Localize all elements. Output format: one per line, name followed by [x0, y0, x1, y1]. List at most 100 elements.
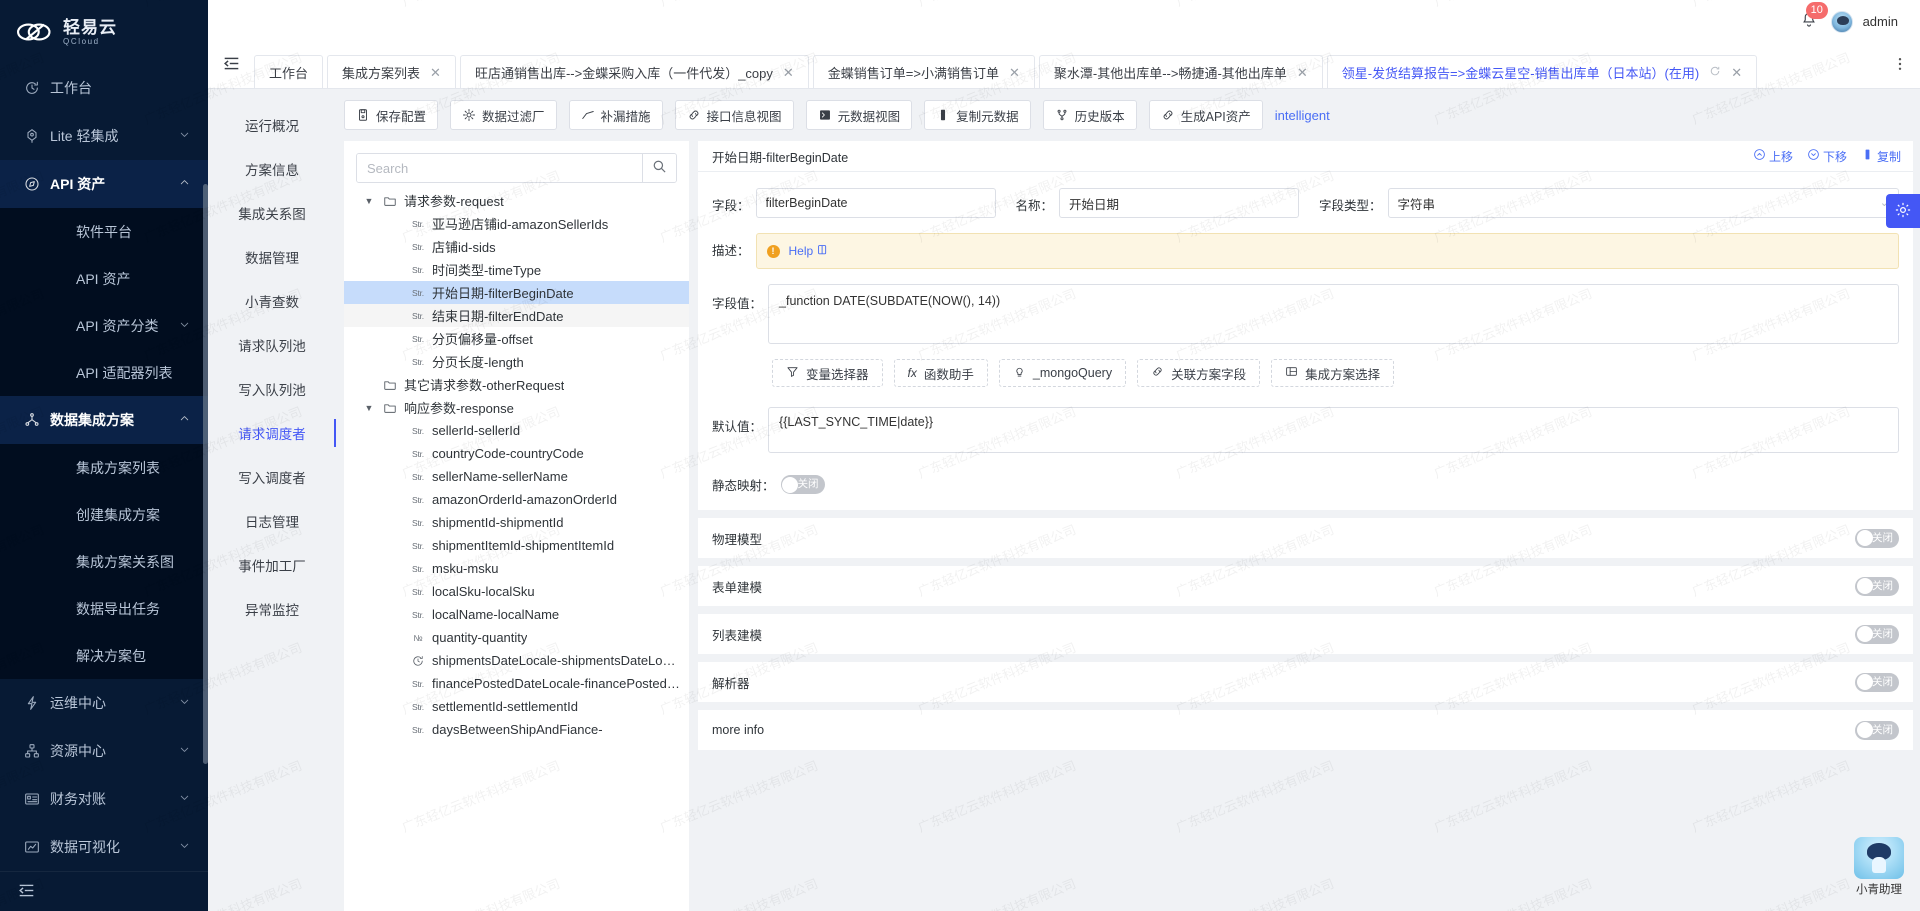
- tree-node-1[interactable]: Str. 亚马逊店铺id-amazonSellerIds: [344, 212, 689, 235]
- sidebar-item-0[interactable]: 工作台: [0, 64, 208, 112]
- value-tool-4[interactable]: 集成方案选择: [1271, 359, 1395, 387]
- toolbar-button-6[interactable]: 历史版本: [1042, 100, 1137, 130]
- value-tool-1[interactable]: fx 函数助手: [893, 359, 988, 387]
- tab-close-icon[interactable]: ✕: [1297, 65, 1308, 81]
- sidebar-item-2[interactable]: API 资产: [0, 160, 208, 208]
- tree-node-9[interactable]: ▼ 响应参数-response: [344, 396, 689, 419]
- submenu-item-3[interactable]: 数据管理: [208, 235, 336, 279]
- tree-node-17[interactable]: Str. localSku-localSku: [344, 580, 689, 603]
- submenu-item-0[interactable]: 运行概况: [208, 103, 336, 147]
- toolbar-button-5[interactable]: 复制元数据: [924, 100, 1031, 130]
- submenu-item-6[interactable]: 写入队列池: [208, 367, 336, 411]
- tabbar-collapse-button[interactable]: [208, 42, 254, 88]
- sidebar-item-16[interactable]: 数据可视化: [0, 823, 208, 871]
- tab-item-3[interactable]: 金蝶销售订单=>小满销售订单 ✕: [812, 55, 1035, 88]
- field-type-select[interactable]: [1387, 188, 1899, 218]
- tree-node-19[interactable]: № quantity-quantity: [344, 626, 689, 649]
- user-name[interactable]: admin: [1863, 14, 1898, 29]
- submenu-item-10[interactable]: 事件加工厂: [208, 543, 336, 587]
- tree-node-7[interactable]: Str. 分页长度-length: [344, 350, 689, 373]
- submenu-item-9[interactable]: 日志管理: [208, 499, 336, 543]
- search-input[interactable]: [357, 154, 642, 182]
- tab-item-0[interactable]: 工作台: [254, 55, 324, 88]
- accordion-row-1[interactable]: 表单建模 关闭: [698, 566, 1913, 606]
- submenu-item-7[interactable]: 请求调度者: [208, 411, 336, 455]
- sidebar-item-13[interactable]: 运维中心: [0, 679, 208, 727]
- tab-close-icon[interactable]: ✕: [1009, 65, 1020, 81]
- tree-node-18[interactable]: Str. localName-localName: [344, 603, 689, 626]
- sidebar-item-5[interactable]: API 资产分类: [0, 302, 208, 349]
- value-tool-0[interactable]: 变量选择器: [772, 359, 883, 387]
- tree-node-5[interactable]: Str. 结束日期-filterEndDate: [344, 304, 689, 327]
- accordion-toggle-1[interactable]: 关闭: [1855, 576, 1899, 596]
- tree-node-6[interactable]: Str. 分页偏移量-offset: [344, 327, 689, 350]
- tab-item-4[interactable]: 聚水潭-其他出库单-->畅捷通-其他出库单 ✕: [1038, 55, 1323, 88]
- sidebar-item-8[interactable]: 集成方案列表: [0, 444, 208, 491]
- tree-node-8[interactable]: 其它请求参数-otherRequest: [344, 373, 689, 396]
- tree-node-20[interactable]: shipmentsDateLocale-shipmentsDateLocale: [344, 649, 689, 672]
- tree-node-3[interactable]: Str. 时间类型-timeType: [344, 258, 689, 281]
- field-value-textarea[interactable]: [768, 284, 1899, 344]
- tree-node-21[interactable]: Str. financePostedDateLocale-financePost…: [344, 672, 689, 695]
- tab-item-5[interactable]: 领星-发货结算报告=>金蝶云星空-销售出库单（日本站）(在用) ✕: [1326, 55, 1758, 88]
- submenu-item-2[interactable]: 集成关系图: [208, 191, 336, 235]
- tab-refresh-icon[interactable]: [1709, 65, 1721, 80]
- toolbar-button-4[interactable]: 元数据视图: [805, 100, 913, 130]
- tree-node-14[interactable]: Str. shipmentId-shipmentId: [344, 511, 689, 534]
- toolbar-button-7[interactable]: 生成API资产: [1148, 100, 1263, 130]
- accordion-toggle-2[interactable]: 关闭: [1855, 624, 1899, 644]
- toolbar-button-2[interactable]: 补漏措施: [568, 100, 663, 130]
- tree-node-12[interactable]: Str. sellerName-sellerName: [344, 465, 689, 488]
- sidebar-item-15[interactable]: 财务对账: [0, 775, 208, 823]
- accordion-row-2[interactable]: 列表建模 关闭: [698, 614, 1913, 654]
- notifications-button[interactable]: 10: [1797, 1, 1828, 34]
- tab-item-1[interactable]: 集成方案列表 ✕: [327, 55, 456, 88]
- sidebar-item-1[interactable]: Lite 轻集成: [0, 112, 208, 160]
- tree-node-10[interactable]: Str. sellerId-sellerId: [344, 419, 689, 442]
- caret-down-icon[interactable]: ▼: [362, 196, 376, 206]
- sidebar-scrollbar[interactable]: [203, 184, 208, 764]
- field-action-0[interactable]: 上移: [1753, 148, 1793, 165]
- accordion-toggle-4[interactable]: 关闭: [1855, 720, 1899, 740]
- tree-node-0[interactable]: ▼ 请求参数-request: [344, 189, 689, 212]
- accordion-toggle-0[interactable]: 关闭: [1855, 528, 1899, 548]
- search-button[interactable]: [642, 154, 676, 182]
- accordion-toggle-3[interactable]: 关闭: [1855, 672, 1899, 692]
- tree-node-23[interactable]: Str. daysBetweenShipAndFiance-: [344, 718, 689, 741]
- accordion-row-4[interactable]: more info 关闭: [698, 710, 1913, 750]
- sidebar-item-3[interactable]: 软件平台: [0, 208, 208, 255]
- sidebar-item-6[interactable]: API 适配器列表: [0, 349, 208, 396]
- tree-node-15[interactable]: Str. shipmentItemId-shipmentItemId: [344, 534, 689, 557]
- sidebar-item-10[interactable]: 集成方案关系图: [0, 538, 208, 585]
- tab-item-2[interactable]: 旺店通销售出库-->金蝶采购入库（一件代发）_copy ✕: [459, 55, 809, 88]
- sidebar-collapse-button[interactable]: [0, 871, 208, 911]
- accordion-row-3[interactable]: 解析器 关闭: [698, 662, 1913, 702]
- field-action-2[interactable]: 复制: [1861, 148, 1901, 165]
- avatar[interactable]: [1830, 10, 1853, 33]
- submenu-item-4[interactable]: 小青查数: [208, 279, 336, 323]
- help-link[interactable]: Help: [789, 244, 829, 258]
- sidebar-item-14[interactable]: 资源中心: [0, 727, 208, 775]
- field-code-input[interactable]: [755, 188, 996, 218]
- tabbar-more-button[interactable]: [1880, 42, 1920, 88]
- default-value-textarea[interactable]: [768, 407, 1899, 453]
- static-map-toggle[interactable]: 关闭: [780, 475, 825, 494]
- tree-node-2[interactable]: Str. 店铺id-sids: [344, 235, 689, 258]
- value-tool-2[interactable]: _mongoQuery: [998, 359, 1127, 387]
- tree-node-16[interactable]: Str. msku-msku: [344, 557, 689, 580]
- tree-node-4[interactable]: Str. 开始日期-filterBeginDate: [344, 281, 689, 304]
- toolbar-button-1[interactable]: 数据过滤厂: [450, 100, 557, 130]
- submenu-item-5[interactable]: 请求队列池: [208, 323, 336, 367]
- value-tool-3[interactable]: 关联方案字段: [1137, 359, 1261, 387]
- field-name-input[interactable]: [1059, 188, 1300, 218]
- tree-node-22[interactable]: Str. settlementId-settlementId: [344, 695, 689, 718]
- submenu-item-11[interactable]: 异常监控: [208, 587, 336, 631]
- toolbar-button-0[interactable]: 保存配置: [344, 100, 439, 130]
- sidebar-item-4[interactable]: API 资产: [0, 255, 208, 302]
- intelligent-link[interactable]: intelligent: [1275, 108, 1330, 123]
- field-action-1[interactable]: 下移: [1807, 148, 1847, 165]
- caret-down-icon[interactable]: ▼: [362, 403, 376, 413]
- submenu-item-8[interactable]: 写入调度者: [208, 455, 336, 499]
- sidebar-item-12[interactable]: 解决方案包: [0, 632, 208, 679]
- tab-close-icon[interactable]: ✕: [783, 65, 794, 81]
